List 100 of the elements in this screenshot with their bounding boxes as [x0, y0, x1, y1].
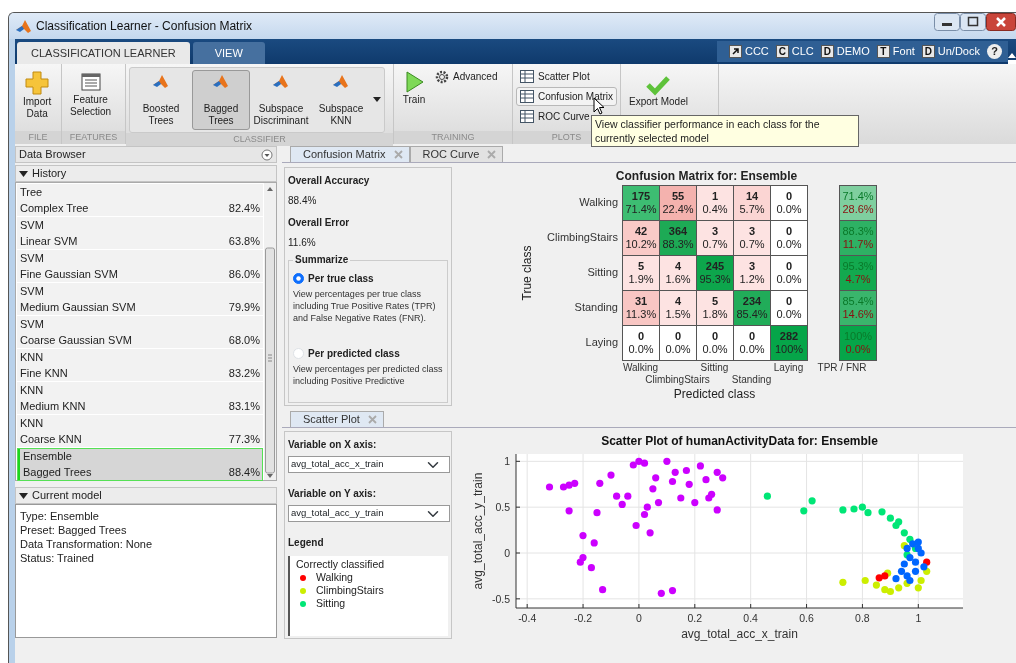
document-tab[interactable]: Confusion Matrix: [290, 146, 410, 162]
help-button[interactable]: ?: [987, 44, 1002, 59]
cell-percent: 0.0%: [776, 203, 802, 216]
legend-label: Walking: [316, 571, 353, 584]
tpr-value: 88.3%: [842, 225, 874, 238]
classifier-button[interactable]: Bagged Trees: [192, 70, 250, 130]
history-item[interactable]: KNN Fine KNN 83.2%: [17, 349, 263, 382]
cell-percent: 5.7%: [739, 203, 765, 216]
panel-title: Data Browser: [19, 147, 87, 163]
section-header[interactable]: History: [15, 165, 277, 182]
plot-button[interactable]: Confusion Matrix: [516, 87, 618, 106]
legend-label: ClimbingStairs: [316, 584, 384, 597]
option-label[interactable]: Per true class: [308, 271, 374, 286]
cell-count: 0: [637, 330, 645, 343]
history-item[interactable]: Tree Complex Tree 82.4%: [17, 184, 263, 217]
history-item[interactable]: SVM Medium Gaussian SVM 79.9%: [17, 283, 263, 316]
cell-percent: 11.3%: [625, 308, 657, 321]
model-name: Linear SVM: [20, 234, 78, 249]
tpr-value: 85.4%: [842, 295, 874, 308]
train-button[interactable]: Train: [397, 67, 431, 109]
dropdown[interactable]: avg_total_acc_y_train: [288, 505, 450, 522]
shortcut-button[interactable]: D DEMO: [820, 43, 870, 60]
data-point: [652, 474, 660, 482]
shortcut-icon: [728, 45, 742, 58]
tick-label: -0.2: [574, 612, 593, 624]
axis-label: True class: [519, 245, 535, 300]
shortcut-button[interactable]: CCC: [728, 43, 769, 60]
expand-icon[interactable]: [19, 169, 28, 178]
classifier-button[interactable]: Subspace KNN: [312, 70, 370, 130]
cell-count: 364: [668, 225, 688, 238]
model-accuracy: 86.0%: [228, 267, 260, 282]
cell-percent: 0.0%: [702, 343, 728, 356]
minimize-icon[interactable]: [934, 13, 960, 31]
classifier-button[interactable]: Boosted Trees: [132, 70, 190, 130]
data-point: [579, 532, 587, 540]
plot-button[interactable]: Scatter Plot: [516, 67, 594, 86]
classifier-button[interactable]: Subspace Discriminant: [252, 70, 310, 130]
history-item[interactable]: SVM Fine Gaussian SVM 86.0%: [17, 250, 263, 283]
tick-label: 0.8: [855, 612, 870, 624]
history-item[interactable]: Ensemble Bagged Trees 88.4%: [17, 448, 263, 481]
export-model-button[interactable]: Export Model: [624, 71, 693, 111]
section-label: FEATURES: [62, 131, 125, 144]
cell-percent: 0.0%: [776, 308, 802, 321]
dropdown[interactable]: avg_total_acc_x_train: [288, 456, 450, 473]
cell-count: 3: [748, 260, 756, 273]
data-point: [839, 506, 847, 514]
plus-icon: [24, 70, 51, 96]
shortcut-button[interactable]: C CLC: [775, 43, 814, 60]
model-name: Bagged Trees: [23, 465, 92, 480]
ribbon-tab[interactable]: VIEW: [192, 42, 265, 64]
model-accuracy: 83.1%: [228, 399, 260, 414]
scrollbar[interactable]: [264, 183, 276, 480]
document-tab[interactable]: ROC Curve: [409, 146, 504, 162]
dropdown-icon[interactable]: [261, 148, 273, 161]
advanced-button[interactable]: Advanced: [431, 67, 502, 86]
tick-label: 1: [504, 455, 510, 468]
section-header[interactable]: Current model: [15, 487, 277, 504]
expand-icon[interactable]: [19, 491, 28, 500]
caret-icon[interactable]: [372, 96, 382, 104]
option-label[interactable]: Per predicted class: [308, 346, 400, 361]
cell-percent: 88.3%: [662, 238, 694, 251]
fnr-value: 14.6%: [842, 308, 874, 321]
model-name: Coarse KNN: [20, 432, 82, 447]
document-tab[interactable]: Scatter Plot: [290, 411, 384, 427]
option-description: View percentages per predicted class including Positive Predictive: [293, 363, 443, 387]
tick-label: 0.2: [687, 612, 703, 624]
feature-selection-button[interactable]: Feature Selection: [65, 67, 117, 121]
shortcut-button[interactable]: T Font: [876, 43, 915, 60]
legend-title: Legend: [288, 536, 325, 550]
model-name: Coarse Gaussian SVM: [20, 333, 132, 348]
data-point: [691, 499, 699, 507]
fnr-value: 11.7%: [842, 238, 874, 251]
column-label: Walking: [622, 361, 659, 375]
history-item[interactable]: KNN Medium KNN 83.1%: [17, 382, 263, 415]
radio-button[interactable]: [293, 273, 304, 284]
data-point: [640, 510, 649, 519]
option-description: View percentages per true class including True Positive Rates (TPR) and False Negative Rates (FNR).: [293, 288, 437, 324]
row-label: Walking: [579, 195, 619, 211]
data-point: [800, 507, 808, 515]
tick-label: 0: [504, 547, 510, 559]
close-icon[interactable]: [986, 13, 1016, 31]
history-item[interactable]: SVM Coarse Gaussian SVM 68.0%: [17, 316, 263, 349]
model-type: KNN: [20, 415, 45, 431]
data-point: [808, 497, 816, 505]
axis-label: avg_total_acc_y_train: [471, 472, 485, 590]
shortcut-button[interactable]: D Un/Dock: [921, 43, 980, 60]
history-item[interactable]: SVM Linear SVM 63.8%: [17, 217, 263, 250]
import-data-button[interactable]: Import Data: [18, 67, 57, 123]
chart-title: Confusion Matrix for: Ensemble: [614, 168, 799, 185]
model-name: Medium Gaussian SVM: [20, 300, 136, 315]
ribbon-tab[interactable]: CLASSIFICATION LEARNER: [17, 42, 190, 64]
tick-label: 0: [636, 612, 642, 624]
history-item[interactable]: KNN Coarse KNN 77.3%: [17, 415, 263, 448]
data-point: [632, 521, 640, 530]
fnr-value: 28.6%: [842, 203, 874, 216]
collapse-icon[interactable]: [1008, 52, 1016, 64]
maximize-icon[interactable]: [960, 13, 986, 31]
cell-count: 4: [674, 260, 682, 273]
model-name: Fine Gaussian SVM: [20, 267, 118, 282]
cell-percent: 100%: [774, 343, 804, 356]
